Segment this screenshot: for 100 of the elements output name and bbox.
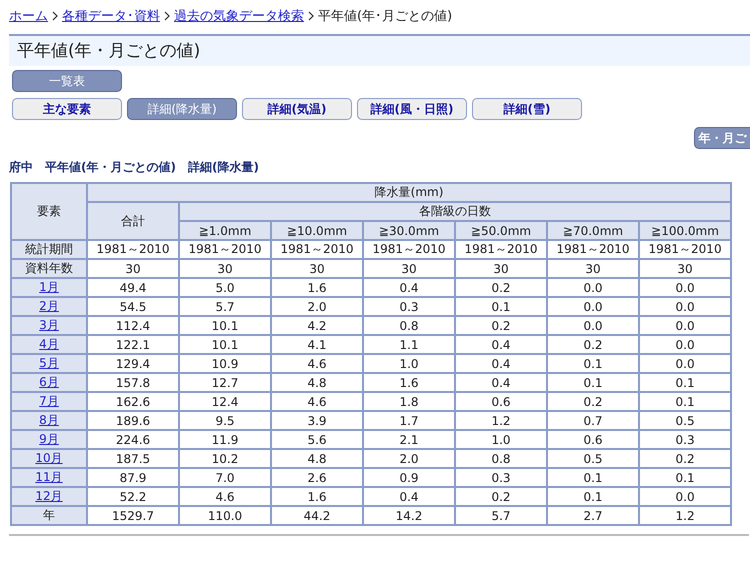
table-cell: 0.0 xyxy=(547,278,639,297)
table-cell: 1981～2010 xyxy=(639,240,732,259)
chevron-icon xyxy=(308,11,314,21)
table-cell: 0.1 xyxy=(547,468,639,487)
table-cell: 1981～2010 xyxy=(179,240,271,259)
month-link[interactable]: 11月 xyxy=(35,470,63,484)
table-cell: 1981～2010 xyxy=(363,240,455,259)
tab[interactable]: 詳細(風・日照) xyxy=(357,98,467,120)
month-link[interactable]: 9月 xyxy=(39,432,59,446)
table-cell: 162.6 xyxy=(87,392,179,411)
month-link[interactable]: 7月 xyxy=(39,394,59,408)
table-cell: 2.0 xyxy=(271,297,363,316)
table-cell: 30 xyxy=(179,259,271,278)
table-cell: 4.6 xyxy=(271,392,363,411)
breadcrumb-link[interactable]: 各種データ･資料 xyxy=(62,7,160,25)
header-cell: 要素 xyxy=(11,183,87,240)
table-cell: 0.0 xyxy=(547,297,639,316)
header-cell: ≧50.0mm xyxy=(455,221,547,240)
month-link[interactable]: 12月 xyxy=(35,489,63,503)
table-cell: 0.0 xyxy=(547,316,639,335)
table-cell: 52.2 xyxy=(87,487,179,506)
month-link[interactable]: 2月 xyxy=(39,299,59,313)
table-cell: 10.9 xyxy=(179,354,271,373)
table-caption: 府中 平年値(年・月ごとの値) 詳細(降水量) xyxy=(9,159,260,176)
table-cell: 0.0 xyxy=(639,354,732,373)
table-cell: 4.6 xyxy=(179,487,271,506)
table-cell: 0.1 xyxy=(455,297,547,316)
table-cell: 0.1 xyxy=(639,468,732,487)
table-cell: 0.3 xyxy=(455,468,547,487)
tab[interactable]: 詳細(雪) xyxy=(472,98,582,120)
table-cell: 30 xyxy=(271,259,363,278)
table-cell: 54.5 xyxy=(87,297,179,316)
table-cell: 1.2 xyxy=(455,411,547,430)
header-cell: ≧70.0mm xyxy=(547,221,639,240)
table-cell: 0.6 xyxy=(547,430,639,449)
breadcrumb-link[interactable]: ホーム xyxy=(9,7,48,25)
table-cell: 122.1 xyxy=(87,335,179,354)
table-cell: 1.6 xyxy=(271,487,363,506)
month-link[interactable]: 1月 xyxy=(39,280,59,294)
table-cell: 0.2 xyxy=(547,392,639,411)
table-cell: 0.2 xyxy=(455,487,547,506)
table-cell: 4.2 xyxy=(271,316,363,335)
month-link[interactable]: 4月 xyxy=(39,337,59,351)
table-cell: 187.5 xyxy=(87,449,179,468)
table-cell: 1.7 xyxy=(363,411,455,430)
table-cell: 1.6 xyxy=(363,373,455,392)
table-cell: 12.4 xyxy=(179,392,271,411)
breadcrumb-link[interactable]: 過去の気象データ検索 xyxy=(174,7,304,25)
table-cell: 0.4 xyxy=(455,373,547,392)
table-cell: 157.8 xyxy=(87,373,179,392)
chevron-icon xyxy=(164,11,170,21)
table-cell: 112.4 xyxy=(87,316,179,335)
month-link[interactable]: 8月 xyxy=(39,413,59,427)
table-cell: 2.6 xyxy=(271,468,363,487)
table-cell: 0.1 xyxy=(547,373,639,392)
table-cell: 1.1 xyxy=(363,335,455,354)
header-cell: 降水量(mm) xyxy=(87,183,732,202)
tab[interactable]: 主な要素 xyxy=(12,98,122,120)
table-cell: 0.3 xyxy=(363,297,455,316)
table-cell: 11.9 xyxy=(179,430,271,449)
table-cell: 1.0 xyxy=(455,430,547,449)
table-cell: 0.2 xyxy=(455,278,547,297)
header-cell: ≧30.0mm xyxy=(363,221,455,240)
tab[interactable]: 詳細(気温) xyxy=(242,98,352,120)
table-cell: 30 xyxy=(639,259,732,278)
table-cell: 1.2 xyxy=(639,506,732,525)
table-cell: 0.3 xyxy=(639,430,732,449)
table-cell: 30 xyxy=(455,259,547,278)
month-link[interactable]: 5月 xyxy=(39,356,59,370)
row-header: 統計期間 xyxy=(11,240,87,259)
table-cell: 0.9 xyxy=(363,468,455,487)
table-cell: 0.2 xyxy=(639,449,732,468)
table-cell: 10.1 xyxy=(179,335,271,354)
table-cell: 0.2 xyxy=(455,316,547,335)
month-link[interactable]: 6月 xyxy=(39,375,59,389)
header-cell: ≧10.0mm xyxy=(271,221,363,240)
table-cell: 10.2 xyxy=(179,449,271,468)
table-cell: 0.4 xyxy=(363,278,455,297)
table-cell: 0.6 xyxy=(455,392,547,411)
month-link[interactable]: 10月 xyxy=(35,451,63,465)
table-cell: 1981～2010 xyxy=(455,240,547,259)
table-cell: 0.0 xyxy=(639,487,732,506)
table-cell: 5.7 xyxy=(455,506,547,525)
table-cell: 0.4 xyxy=(363,487,455,506)
table-cell: 4.1 xyxy=(271,335,363,354)
table-cell: 1981～2010 xyxy=(547,240,639,259)
table-cell: 0.4 xyxy=(455,354,547,373)
row-header: 年 xyxy=(11,506,87,525)
table-cell: 0.0 xyxy=(639,278,732,297)
table-cell: 3.9 xyxy=(271,411,363,430)
month-link[interactable]: 3月 xyxy=(39,318,59,332)
row-header: 資料年数 xyxy=(11,259,87,278)
page-title: 平年値(年・月ごとの値) xyxy=(9,34,750,66)
table-cell: 1.6 xyxy=(271,278,363,297)
table-cell: 9.5 xyxy=(179,411,271,430)
table-cell: 5.6 xyxy=(271,430,363,449)
table-cell: 5.7 xyxy=(179,297,271,316)
table-cell: 5.0 xyxy=(179,278,271,297)
table-cell: 4.6 xyxy=(271,354,363,373)
table-cell: 87.9 xyxy=(87,468,179,487)
